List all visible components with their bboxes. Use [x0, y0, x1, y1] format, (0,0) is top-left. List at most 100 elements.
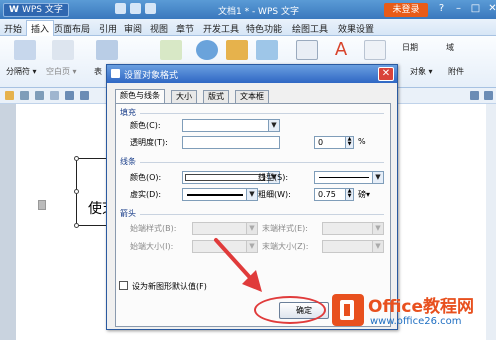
shapes-icon[interactable] — [196, 40, 218, 60]
field-label[interactable]: 域 — [446, 42, 454, 53]
watermark-url: www.office26.com — [370, 316, 462, 327]
color-swatch — [185, 174, 265, 181]
print-icon[interactable] — [130, 3, 141, 14]
begin-size-label: 始端大小(I): — [130, 242, 174, 251]
end-size-dropdown[interactable]: ▼ — [322, 240, 384, 253]
close-icon[interactable]: ✕ — [487, 3, 496, 14]
transparency-input[interactable]: 0 ▲ ▼ — [314, 136, 354, 149]
line-style-dropdown[interactable]: ▼ — [314, 171, 384, 184]
weight-input[interactable]: 0.75 ▲ ▼ — [314, 188, 354, 201]
page-break-label[interactable]: 分隔符 ▾ — [6, 66, 37, 77]
page-break-icon[interactable] — [14, 40, 36, 60]
date-label[interactable]: 日期 — [402, 42, 418, 53]
transparency-value: 0 — [318, 138, 324, 147]
weight-unit[interactable]: 磅▾ — [358, 189, 370, 200]
line-section: 线条 — [120, 157, 136, 166]
watermark-brand: Office教程网 — [368, 297, 475, 317]
divider — [140, 113, 384, 114]
highlight-ring — [254, 296, 326, 324]
resize-handle[interactable] — [74, 189, 79, 194]
textbox-icon[interactable] — [296, 40, 318, 60]
redo-icon[interactable] — [80, 91, 89, 100]
wps-logo: W — [9, 5, 19, 15]
blank-page-icon[interactable] — [52, 40, 74, 60]
window-title: 文档1 * - WPS 文字 — [218, 7, 299, 17]
menu-page-layout[interactable]: 页面布局 — [54, 22, 90, 35]
login-button[interactable]: 未登录 — [384, 3, 428, 17]
line-color-label: 颜色(O): — [130, 173, 162, 182]
resize-handle[interactable] — [74, 223, 79, 228]
spinner-icon[interactable]: ▲ ▼ — [345, 189, 353, 200]
app-name: WPS 文字 — [21, 5, 63, 15]
resize-handle[interactable] — [74, 156, 79, 161]
attachment-label[interactable]: 附件 — [448, 66, 464, 77]
menu-effects[interactable]: 效果设置 — [338, 22, 374, 35]
window-controls: ? – □ ✕ — [436, 3, 496, 14]
table-icon[interactable] — [96, 40, 118, 60]
chevron-down-icon: ▼ — [246, 223, 257, 234]
table-label[interactable]: 表 — [94, 66, 102, 77]
menu-insert[interactable]: 插入 — [26, 20, 55, 36]
undo-icon[interactable] — [145, 3, 156, 14]
preview-icon[interactable] — [50, 91, 59, 100]
chart-icon[interactable] — [226, 40, 248, 60]
begin-style-dropdown[interactable]: ▼ — [192, 222, 258, 235]
save-icon[interactable] — [115, 3, 126, 14]
symbol-icon[interactable] — [364, 40, 386, 60]
dialog-title: 设置对象格式 — [124, 71, 179, 81]
picture-icon[interactable] — [160, 40, 182, 60]
chevron-down-icon: ▼ — [372, 241, 383, 252]
chevron-down-icon: ▼ — [268, 120, 279, 131]
smartart-icon[interactable] — [256, 40, 278, 60]
chevron-down-icon: ▼ — [372, 223, 383, 234]
save-icon[interactable] — [20, 91, 29, 100]
wordart-icon[interactable]: A — [330, 40, 352, 60]
transparency-label: 透明度(T): — [130, 138, 168, 147]
fill-section: 填充 — [120, 108, 136, 117]
dialog-close-icon[interactable]: ✕ — [378, 67, 394, 81]
fill-color-dropdown[interactable]: ▼ — [182, 119, 280, 132]
arrows-section: 箭头 — [120, 209, 136, 218]
menu-drawing-tools[interactable]: 绘图工具 — [292, 22, 328, 35]
tab-layout[interactable]: 版式 — [203, 90, 229, 103]
print-icon[interactable] — [35, 91, 44, 100]
transparency-slider[interactable] — [182, 136, 280, 149]
spinner-icon[interactable]: ▲ ▼ — [345, 137, 353, 148]
begin-style-label: 始端样式(B): — [130, 224, 177, 233]
tab-textbox[interactable]: 文本框 — [235, 90, 269, 103]
undo-icon[interactable] — [65, 91, 74, 100]
dialog-title-bar: 设置对象格式 ✕ — [107, 65, 397, 83]
default-checkbox-label[interactable]: 设为新图形默认值(F) — [132, 281, 207, 292]
dash-dropdown[interactable]: ▼ — [182, 188, 258, 201]
help-icon[interactable]: ? — [436, 3, 447, 14]
dialog-icon — [111, 69, 120, 78]
close-doc-icon[interactable] — [484, 91, 493, 100]
menu-bar: 开始 插入 页面布局 引用 审阅 视图 章节 开发工具 特色功能 绘图工具 效果… — [0, 19, 496, 36]
tab-size[interactable]: 大小 — [171, 90, 197, 103]
percent-label: % — [358, 137, 366, 146]
menu-view[interactable]: 视图 — [150, 22, 168, 35]
maximize-icon[interactable]: □ — [470, 3, 481, 14]
default-checkbox[interactable] — [119, 281, 128, 290]
line-style-preview — [319, 177, 369, 178]
chevron-down-icon: ▼ — [246, 189, 257, 200]
weight-label: 粗细(W): — [258, 190, 291, 199]
title-bar: W WPS 文字 文档1 * - WPS 文字 未登录 ? – □ ✕ — [0, 0, 496, 19]
chevron-down-icon: ▼ — [372, 172, 383, 183]
weight-value: 0.75 — [318, 190, 336, 199]
blank-page-label[interactable]: 空白页 ▾ — [46, 66, 77, 77]
app-menu-button[interactable]: W WPS 文字 — [3, 3, 69, 17]
menu-chapter[interactable]: 章节 — [176, 22, 194, 35]
menu-developer[interactable]: 开发工具 — [203, 22, 239, 35]
menu-references[interactable]: 引用 — [99, 22, 117, 35]
dash-label: 虚实(D): — [130, 190, 162, 199]
end-style-dropdown[interactable]: ▼ — [322, 222, 384, 235]
open-icon[interactable] — [5, 91, 14, 100]
minimize-icon[interactable]: – — [453, 3, 464, 14]
menu-start[interactable]: 开始 — [4, 22, 22, 35]
menu-special[interactable]: 特色功能 — [246, 22, 282, 35]
collapse-icon[interactable] — [470, 91, 479, 100]
menu-review[interactable]: 审阅 — [124, 22, 142, 35]
object-label[interactable]: 对象 ▾ — [410, 66, 433, 77]
tab-color-lines[interactable]: 颜色与线条 — [115, 89, 165, 104]
